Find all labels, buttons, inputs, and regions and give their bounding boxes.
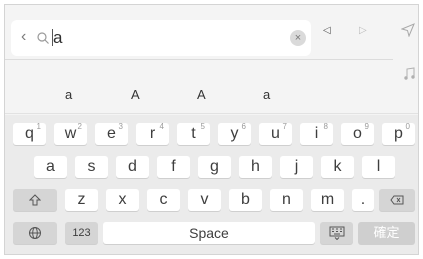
- key-z[interactable]: z: [65, 189, 98, 211]
- key-m[interactable]: m: [311, 189, 344, 211]
- chevron-left-icon[interactable]: ‹: [21, 28, 26, 46]
- key-alt-label: 5: [200, 122, 205, 131]
- space-key[interactable]: Space: [103, 222, 315, 244]
- key-b[interactable]: b: [229, 189, 262, 211]
- magnifier-icon: [37, 32, 49, 44]
- key-o[interactable]: o9: [341, 122, 374, 145]
- key-l[interactable]: l: [362, 156, 395, 178]
- triangle-left-icon[interactable]: ◁: [323, 25, 331, 36]
- key-q[interactable]: q1: [13, 122, 46, 145]
- key-alt-label: 2: [77, 122, 82, 131]
- key-d[interactable]: d: [116, 156, 149, 178]
- numbers-key[interactable]: 123: [65, 222, 98, 244]
- key-alt-label: 4: [159, 122, 164, 131]
- key-alt-label: 1: [36, 122, 41, 131]
- confirm-button[interactable]: 確定: [358, 222, 415, 244]
- candidate-bar: a A A a: [5, 87, 405, 111]
- key-label: t: [191, 125, 196, 142]
- key-f[interactable]: f: [157, 156, 190, 178]
- triangle-right-icon[interactable]: ▷: [359, 25, 367, 36]
- key-u[interactable]: u7: [259, 122, 292, 145]
- candidate-item[interactable]: a: [263, 87, 270, 102]
- key-alt-label: 9: [364, 122, 369, 131]
- key-alt-label: 3: [118, 122, 123, 131]
- key-label: u: [271, 125, 280, 142]
- close-icon[interactable]: ×: [290, 30, 306, 46]
- key-t[interactable]: t5: [177, 122, 210, 145]
- key-y[interactable]: y6: [218, 122, 251, 145]
- key-n[interactable]: n: [270, 189, 303, 211]
- key-r[interactable]: r4: [136, 122, 169, 145]
- candidate-item[interactable]: A: [131, 87, 140, 102]
- keyboard-screen: ‹ a × ◁ ▷ a A A a q1 w2 e3 r4 t5 y6 u7 i…: [4, 4, 419, 255]
- key-label: r: [149, 125, 156, 142]
- key-label: i: [314, 125, 319, 142]
- key-i[interactable]: i8: [300, 122, 333, 145]
- key-period[interactable]: .: [352, 189, 374, 211]
- keyboard: q1 w2 e3 r4 t5 y6 u7 i8 o9 p0 a s d f g …: [5, 115, 418, 254]
- key-alt-label: 0: [405, 122, 410, 131]
- key-label: p: [394, 125, 403, 142]
- key-s[interactable]: s: [75, 156, 108, 178]
- key-p[interactable]: p0: [382, 122, 415, 145]
- key-a[interactable]: a: [34, 156, 67, 178]
- key-k[interactable]: k: [321, 156, 354, 178]
- globe-icon: [29, 227, 41, 239]
- key-x[interactable]: x: [106, 189, 139, 211]
- key-j[interactable]: j: [280, 156, 313, 178]
- key-e[interactable]: e3: [95, 122, 128, 145]
- keyboard-hide-icon: [329, 226, 344, 240]
- shift-arrow-icon: [29, 194, 41, 206]
- key-h[interactable]: h: [239, 156, 272, 178]
- key-g[interactable]: g: [198, 156, 231, 178]
- language-key[interactable]: [13, 222, 57, 244]
- key-label: q: [25, 125, 34, 142]
- key-alt-label: 7: [282, 122, 287, 131]
- key-label: y: [230, 125, 239, 142]
- candidate-item[interactable]: a: [65, 87, 72, 102]
- key-label: e: [107, 125, 116, 142]
- key-label: w: [64, 125, 77, 142]
- search-box[interactable]: ‹ a ×: [11, 20, 311, 56]
- candidate-item[interactable]: A: [197, 87, 206, 102]
- backspace-key[interactable]: [379, 189, 415, 211]
- hide-keyboard-key[interactable]: [320, 222, 353, 244]
- key-alt-label: 6: [241, 122, 246, 131]
- shift-key[interactable]: [13, 189, 57, 211]
- backspace-icon: [390, 195, 404, 205]
- search-input[interactable]: a: [53, 28, 62, 48]
- divider: [5, 113, 418, 114]
- divider: [5, 59, 393, 60]
- key-alt-label: 8: [323, 122, 328, 131]
- key-v[interactable]: v: [188, 189, 221, 211]
- key-label: o: [353, 125, 362, 142]
- key-c[interactable]: c: [147, 189, 180, 211]
- paper-plane-icon[interactable]: [401, 23, 415, 37]
- music-note-icon[interactable]: [403, 67, 415, 81]
- key-w[interactable]: w2: [54, 122, 87, 145]
